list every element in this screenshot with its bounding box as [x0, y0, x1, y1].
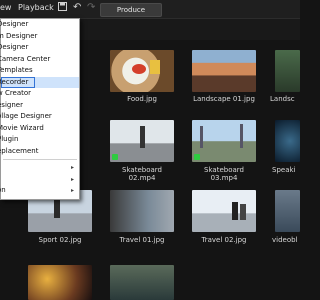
chevron-right-icon: ▸: [70, 175, 74, 183]
media-thumb-skateboard-02[interactable]: [110, 120, 174, 162]
video-badge-icon: [194, 154, 200, 160]
media-thumb-landscape-01[interactable]: [192, 50, 256, 92]
menu-item[interactable]: m Designer: [0, 31, 79, 43]
media-caption: Speaki: [272, 166, 296, 174]
menu-item[interactable]: ollage Designer: [0, 111, 79, 123]
media-caption: Landscape 01.jpg: [193, 95, 255, 103]
media-thumb-speaking[interactable]: [275, 120, 300, 162]
media-caption: Travel 01.jpg: [119, 236, 165, 244]
media-thumb-skateboard-03[interactable]: [192, 120, 256, 162]
menu-item[interactable]: Camera Center: [0, 54, 79, 66]
media-caption: videobl: [272, 236, 298, 244]
media-caption: Food.jpg: [127, 95, 157, 103]
menu-item[interactable]: Designer: [0, 19, 79, 31]
produce-button[interactable]: Produce: [100, 3, 162, 17]
menu-item[interactable]: esigner: [0, 100, 79, 112]
chevron-right-icon: ▸: [70, 187, 74, 194]
media-caption: Landsc: [270, 95, 295, 103]
media-caption: Skateboard 03.mp4: [204, 166, 244, 182]
media-thumb-videoblog[interactable]: [275, 190, 300, 232]
media-thumb-travel-02[interactable]: [192, 190, 256, 232]
media-thumb-travel-01[interactable]: [110, 190, 174, 232]
media-thumb-food[interactable]: [110, 50, 174, 92]
menu-item[interactable]: Templates: [0, 65, 79, 77]
menu-item[interactable]: eplacement: [0, 146, 79, 158]
menu-separator: [3, 159, 77, 160]
menu-view[interactable]: ew: [0, 3, 11, 12]
menu-bar: ew Playback ↶ ↷ Produce: [0, 0, 300, 19]
redo-icon[interactable]: ↷: [87, 2, 95, 13]
menu-item-submenu[interactable]: ▸: [1, 174, 79, 186]
menu-playback[interactable]: Playback: [18, 3, 54, 12]
menu-item[interactable]: Plugin: [0, 134, 79, 146]
menu-item[interactable]: w Creator: [0, 88, 79, 100]
media-thumb-city-night[interactable]: [28, 265, 92, 300]
media-thumb-landscape-02[interactable]: [275, 50, 300, 92]
menu-item-submenu[interactable]: ▸: [1, 162, 79, 174]
save-icon[interactable]: [58, 2, 67, 14]
video-badge-icon: [112, 154, 118, 160]
undo-icon[interactable]: ↶: [73, 2, 81, 13]
media-thumb-people[interactable]: [110, 265, 174, 300]
menu-item[interactable]: Movie Wizard: [0, 123, 79, 135]
media-caption: Travel 02.jpg: [201, 236, 247, 244]
media-caption: Sport 02.jpg: [38, 236, 82, 244]
plugins-menu: Designer m Designer Designer Camera Cent…: [0, 18, 80, 200]
menu-item[interactable]: Designer: [0, 42, 79, 54]
media-caption: Skateboard 02.mp4: [122, 166, 162, 182]
menu-item-recorder[interactable]: Recorder: [0, 76, 79, 88]
menu-item-submenu[interactable]: on▸: [0, 185, 79, 197]
chevron-right-icon: ▸: [70, 164, 74, 171]
